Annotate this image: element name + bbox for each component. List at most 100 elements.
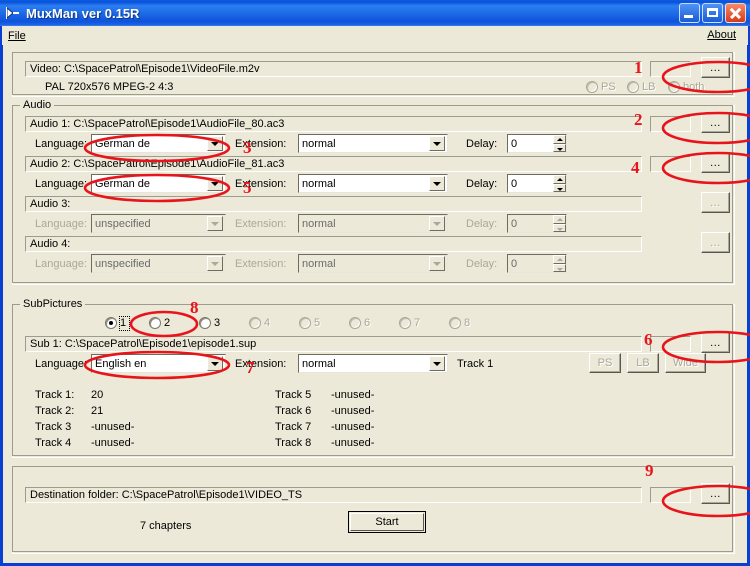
spin-up-icon[interactable] bbox=[553, 175, 566, 184]
subpicture-extension-combo[interactable]: normal bbox=[298, 354, 448, 373]
destination-browse-button[interactable]: ... bbox=[701, 483, 730, 504]
title-bar: MuxMan ver 0.15R bbox=[0, 0, 750, 26]
audio-browse-button-4: ... bbox=[701, 232, 730, 253]
spinner-buttons[interactable] bbox=[553, 135, 566, 152]
audio-delay-value-3: 0 bbox=[511, 217, 518, 230]
subpicture-track-name-3: Track 3 bbox=[35, 421, 72, 433]
subpicture-stream-radio-3[interactable]: 3 bbox=[199, 317, 220, 329]
chevron-down-icon[interactable] bbox=[429, 176, 445, 191]
chevron-down-icon[interactable] bbox=[207, 176, 223, 191]
subpicture-path-display: Sub 1: C:\SpacePatrol\Episode1\episode1.… bbox=[25, 336, 642, 352]
subpicture-stream-radio-4[interactable]: 4 bbox=[249, 317, 270, 329]
annotation-number-8: 8 bbox=[190, 298, 199, 317]
subpicture-track-value-2: 21 bbox=[91, 405, 104, 417]
audio-delay-spin-2[interactable]: 0 bbox=[507, 174, 567, 193]
audio-path-display-1: Audio 1: C:\SpacePatrol\Episode1\AudioFi… bbox=[25, 116, 642, 132]
chevron-down-icon[interactable] bbox=[207, 136, 223, 151]
subpicture-track-name-5: Track 5 bbox=[275, 389, 312, 401]
video-browse-field bbox=[650, 61, 691, 77]
radio-dot-icon bbox=[586, 81, 598, 93]
audio-language-combo-2[interactable]: German de bbox=[91, 174, 226, 193]
video-aspect-both[interactable]: both bbox=[668, 81, 704, 93]
start-button[interactable]: Start bbox=[348, 511, 426, 533]
radio-dot-icon bbox=[449, 317, 461, 329]
audio-language-combo-1[interactable]: German de bbox=[91, 134, 226, 153]
subpicture-track-value-3: -unused- bbox=[91, 421, 135, 433]
spin-down-icon[interactable] bbox=[553, 183, 566, 192]
audio-language-label-4: Language: bbox=[35, 258, 87, 270]
radio-dot-icon bbox=[627, 81, 639, 93]
destination-group: Destination folder: C:\SpacePatrol\Episo… bbox=[12, 466, 735, 554]
radio-dot-icon bbox=[199, 317, 211, 329]
chevron-down-icon bbox=[429, 256, 445, 271]
audio-group-label: Audio bbox=[20, 99, 55, 111]
destination-path-display: Destination folder: C:\SpacePatrol\Episo… bbox=[25, 487, 642, 503]
minimize-icon[interactable] bbox=[679, 3, 700, 23]
subpicture-stream-radio-7[interactable]: 7 bbox=[399, 317, 420, 329]
subpicture-stream-radio-8[interactable]: 8 bbox=[449, 317, 470, 329]
audio-delay-value-2: 0 bbox=[511, 177, 518, 190]
subpicture-track-value-8: -unused- bbox=[331, 437, 375, 449]
subpicture-browse-field bbox=[650, 336, 691, 352]
menu-file[interactable]: File bbox=[2, 29, 32, 43]
audio-language-label-1: Language: bbox=[35, 138, 87, 150]
close-icon[interactable] bbox=[725, 3, 746, 23]
audio-browse-field-1 bbox=[650, 116, 691, 132]
subpicture-extension-label: Extension: bbox=[235, 358, 287, 370]
radio-dot-icon bbox=[249, 317, 261, 329]
subpicture-track-value-6: -unused- bbox=[331, 405, 375, 417]
annotation-number-6: 6 bbox=[644, 330, 653, 349]
spin-up-icon bbox=[553, 255, 566, 264]
spin-up-icon[interactable] bbox=[553, 135, 566, 144]
audio-language-value-3: unspecified bbox=[95, 217, 151, 230]
video-info-label: PAL 720x576 MPEG-2 4:3 bbox=[45, 81, 174, 93]
audio-extension-label-3: Extension: bbox=[235, 218, 287, 230]
video-browse-button[interactable]: ... bbox=[701, 57, 730, 78]
audio-browse-button-1[interactable]: ... bbox=[701, 112, 730, 133]
audio-path-display-2: Audio 2: C:\SpacePatrol\Episode1\AudioFi… bbox=[25, 156, 642, 172]
subpicture-track-name-7: Track 7 bbox=[275, 421, 312, 433]
menu-about[interactable]: About bbox=[701, 28, 742, 42]
maximize-icon[interactable] bbox=[702, 3, 723, 23]
subpicture-track-value-7: -unused- bbox=[331, 421, 375, 433]
video-aspect-lb[interactable]: LB bbox=[627, 81, 655, 93]
subpicture-language-combo[interactable]: English en bbox=[91, 354, 226, 373]
spinner-buttons[interactable] bbox=[553, 175, 566, 192]
audio-group: Audio Audio 1: C:\SpacePatrol\Episode1\A… bbox=[12, 99, 735, 285]
audio-delay-spin-1[interactable]: 0 bbox=[507, 134, 567, 153]
video-aspect-both-label: both bbox=[683, 81, 705, 93]
audio-extension-value-4: normal bbox=[302, 257, 336, 270]
annotation-number-9: 9 bbox=[645, 461, 654, 480]
chevron-down-icon[interactable] bbox=[429, 356, 445, 371]
subpicture-stream-radio-2[interactable]: 2 bbox=[149, 317, 170, 329]
subpicture-track-name-2: Track 2: bbox=[35, 405, 75, 417]
menu-about-label: About bbox=[707, 29, 736, 41]
radio-dot-icon bbox=[399, 317, 411, 329]
radio-dot-icon bbox=[105, 317, 117, 329]
audio-extension-combo-2[interactable]: normal bbox=[298, 174, 448, 193]
menu-file-label: File bbox=[8, 29, 26, 42]
audio-delay-value-4: 0 bbox=[511, 257, 518, 270]
subpicture-browse-button[interactable]: ... bbox=[701, 332, 730, 353]
audio-extension-combo-1[interactable]: normal bbox=[298, 134, 448, 153]
annotation-number-3: 3 bbox=[243, 138, 252, 157]
spin-down-icon[interactable] bbox=[553, 143, 566, 152]
chapters-count-label: 7 chapters bbox=[140, 520, 192, 532]
subpictures-group-label: SubPictures bbox=[20, 298, 86, 310]
subpicture-stream-radio-6[interactable]: 6 bbox=[349, 317, 370, 329]
video-aspect-ps[interactable]: PS bbox=[586, 81, 616, 93]
audio-delay-spin-3: 0 bbox=[507, 214, 567, 233]
subpicture-stream-radio-5[interactable]: 5 bbox=[299, 317, 320, 329]
subpicture-track-name-6: Track 6 bbox=[275, 405, 312, 417]
audio-extension-combo-4: normal bbox=[298, 254, 448, 273]
audio-browse-button-2[interactable]: ... bbox=[701, 152, 730, 173]
subpicture-track-label: Track 1 bbox=[457, 358, 494, 370]
chevron-down-icon[interactable] bbox=[429, 136, 445, 151]
video-aspect-lb-label: LB bbox=[642, 81, 656, 93]
radio-dot-icon bbox=[668, 81, 680, 93]
chevron-down-icon[interactable] bbox=[207, 356, 223, 371]
audio-browse-button-3: ... bbox=[701, 192, 730, 213]
chevron-down-icon bbox=[429, 216, 445, 231]
subpicture-track-name-4: Track 4 bbox=[35, 437, 72, 449]
audio-language-combo-3: unspecified bbox=[91, 214, 226, 233]
